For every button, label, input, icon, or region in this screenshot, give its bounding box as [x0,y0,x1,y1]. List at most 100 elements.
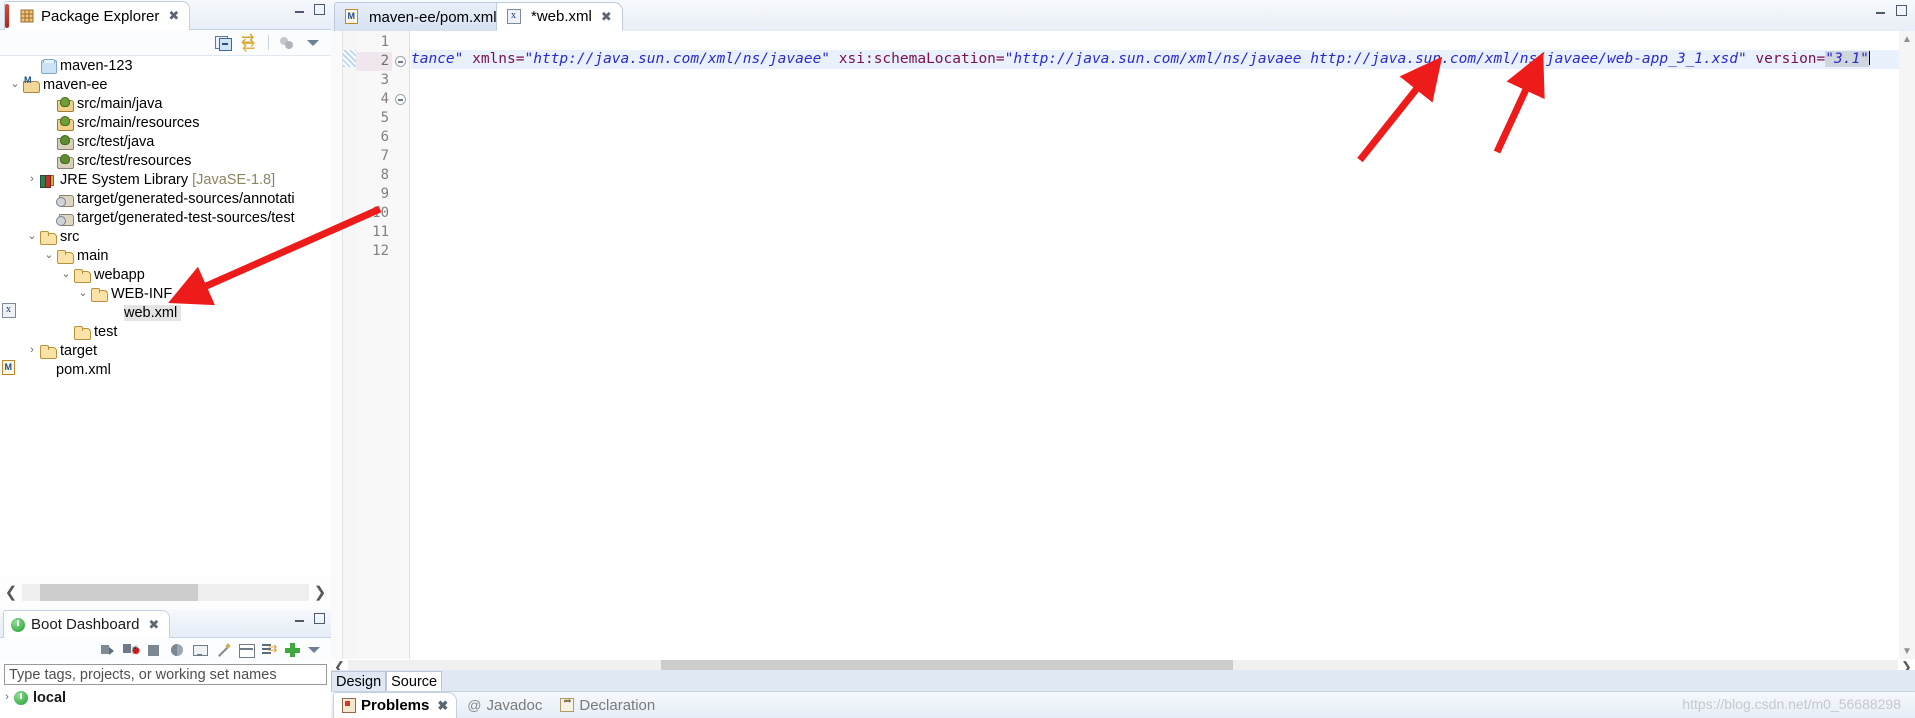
close-icon[interactable]: ✖ [437,698,448,714]
chevron-down-icon[interactable]: ⌄ [59,269,73,280]
editor-tab-maven-eepomxml[interactable]: maven-ee/pom.xml [334,2,508,31]
project-closed-icon [39,58,57,74]
editor-code-content[interactable]: tance" xmlns="http://java.sun.com/xml/ns… [411,31,1899,659]
hscroll-track[interactable] [22,583,309,601]
package-explorer-hscrollbar[interactable]: ❮ ❯ [0,577,331,607]
line-number: 12 [372,243,389,259]
scroll-up-icon[interactable]: ▲ [1899,31,1915,47]
maximize-icon[interactable] [1896,5,1907,16]
package-explorer-tree[interactable]: maven-123 ⌄ maven-ee src/main/java src/main/… [0,56,331,575]
maximize-icon[interactable] [314,613,325,624]
tree-item-src[interactable]: ⌄ src [0,227,331,246]
code-line-12[interactable] [411,240,1899,259]
code-line-11[interactable] [411,221,1899,240]
chevron-down-icon[interactable]: ⌄ [42,250,56,261]
chevron-right-icon[interactable]: › [25,345,39,356]
chevron-down-icon[interactable]: ⌄ [76,288,90,299]
tree-item-src-test-java[interactable]: src/test/java [0,132,331,151]
code-line-8[interactable] [411,164,1899,183]
tree-item-target[interactable]: › target [0,341,331,360]
code-line-10[interactable] [411,202,1899,221]
scroll-down-icon[interactable]: ▼ [1899,643,1915,659]
focus-on-active-task-icon[interactable] [278,34,296,52]
restart-icon[interactable] [169,642,185,658]
scroll-left-icon[interactable]: ❮ [0,581,22,603]
close-icon[interactable]: ✖ [148,617,159,633]
chevron-down-icon[interactable]: ⌄ [8,79,22,90]
filters-icon[interactable] [261,642,277,658]
collapse-all-icon[interactable] [214,34,232,52]
boot-dashboard-tabbar: Boot Dashboard ✖ [0,609,331,638]
tree-item-pom-xml[interactable]: pom.xml [0,360,331,379]
package-explorer-toolbar [0,30,331,56]
code-line-1[interactable] [411,31,1899,50]
fold-collapse-icon[interactable] [395,94,406,105]
tree-item-test[interactable]: test [0,322,331,341]
minimize-icon[interactable] [1875,5,1886,16]
tree-item-maven-ee[interactable]: ⌄ maven-ee [0,75,331,94]
tree-item-webapp[interactable]: ⌄ webapp [0,265,331,284]
open-console-icon[interactable] [192,642,208,658]
tree-item-WEB-INF[interactable]: ⌄ WEB-INF [0,284,331,303]
properties-icon[interactable] [238,642,255,658]
mode-tab-source[interactable]: Source [386,671,443,692]
tree-item-src-main-java[interactable]: src/main/java [0,94,331,113]
tree-item-JRE System Library[interactable]: › JRE System Library [JavaSE-1.8] [0,170,331,189]
tree-item-label: src [60,228,80,245]
fold-collapse-icon[interactable] [395,56,406,67]
editor-tab-webxml[interactable]: *web.xml ✖ [496,2,623,31]
tree-item-target-generated-test-sources-test[interactable]: target/generated-test-sources/test [0,208,331,227]
code-line-6[interactable] [411,126,1899,145]
bottom-tab-declaration[interactable]: Declaration [552,692,663,718]
editor-body: 1 2 3 4 5 6 7 8 9 10 11 12 tance" xmlns="http://jav… [331,31,1915,718]
code-line-4[interactable] [411,88,1899,107]
minimize-icon[interactable] [294,613,305,624]
link-with-editor-icon[interactable] [241,30,259,56]
tree-item-target-generated-sources-annotati[interactable]: target/generated-sources/annotati [0,189,331,208]
code-line-5[interactable] [411,107,1899,126]
bottom-tab-javadoc[interactable]: @ Javadoc [459,692,550,718]
start-icon[interactable] [100,642,116,658]
xml-file-icon [507,8,525,25]
folder-icon [90,286,108,302]
boot-dashboard-filter-input[interactable]: Type tags, projects, or working set name… [4,664,327,685]
boot-dashboard-tree[interactable]: › local [0,685,331,707]
stop-icon[interactable] [146,642,162,658]
code-token-attr: version= [1746,51,1826,67]
tree-item-maven-123[interactable]: maven-123 [0,56,331,75]
tree-item-label: main [77,247,109,264]
line-number: 7 [380,148,389,164]
tree-item-src-main-resources[interactable]: src/main/resources [0,113,331,132]
left-panel-column: Package Explorer ✖ maven-123 ⌄ maven-ee src… [0,0,331,718]
source-folder-icon [56,115,74,131]
debug-icon[interactable] [123,642,141,658]
mode-tab-design[interactable]: Design [331,671,387,692]
bottom-tab-problems[interactable]: Problems ✖ [333,692,458,718]
scroll-right-icon[interactable]: ❯ [309,581,331,603]
editor-folding-column[interactable] [392,31,410,659]
code-line-7[interactable] [411,145,1899,164]
maximize-icon[interactable] [314,4,325,15]
view-menu-icon[interactable] [305,34,323,52]
code-line-9[interactable] [411,183,1899,202]
code-line-2[interactable]: tance" xmlns="http://java.sun.com/xml/ns… [411,50,1899,69]
edit-config-icon[interactable] [215,642,231,658]
minimize-icon[interactable] [294,4,305,15]
chevron-down-icon[interactable]: ⌄ [25,231,39,242]
code-line-3[interactable] [411,69,1899,88]
chevron-right-icon[interactable]: › [0,692,14,703]
tree-item-src-test-resources[interactable]: src/test/resources [0,151,331,170]
editor-vscrollbar[interactable]: ▲ ▼ [1899,31,1915,659]
tree-item-main[interactable]: ⌄ main [0,246,331,265]
chevron-right-icon[interactable]: › [25,174,39,185]
tree-item-web-xml[interactable]: web.xml [0,303,331,322]
close-icon[interactable]: ✖ [168,8,179,24]
tab-boot-dashboard[interactable]: Boot Dashboard ✖ [3,610,171,638]
hscroll-thumb[interactable] [40,583,198,601]
view-menu-icon[interactable] [307,642,323,658]
add-icon[interactable] [284,642,300,658]
boot-tree-item-local[interactable]: › local [0,688,331,707]
boot-tree-item-label: local [33,689,67,706]
tab-package-explorer[interactable]: Package Explorer ✖ [4,1,191,30]
close-icon[interactable]: ✖ [601,9,612,25]
